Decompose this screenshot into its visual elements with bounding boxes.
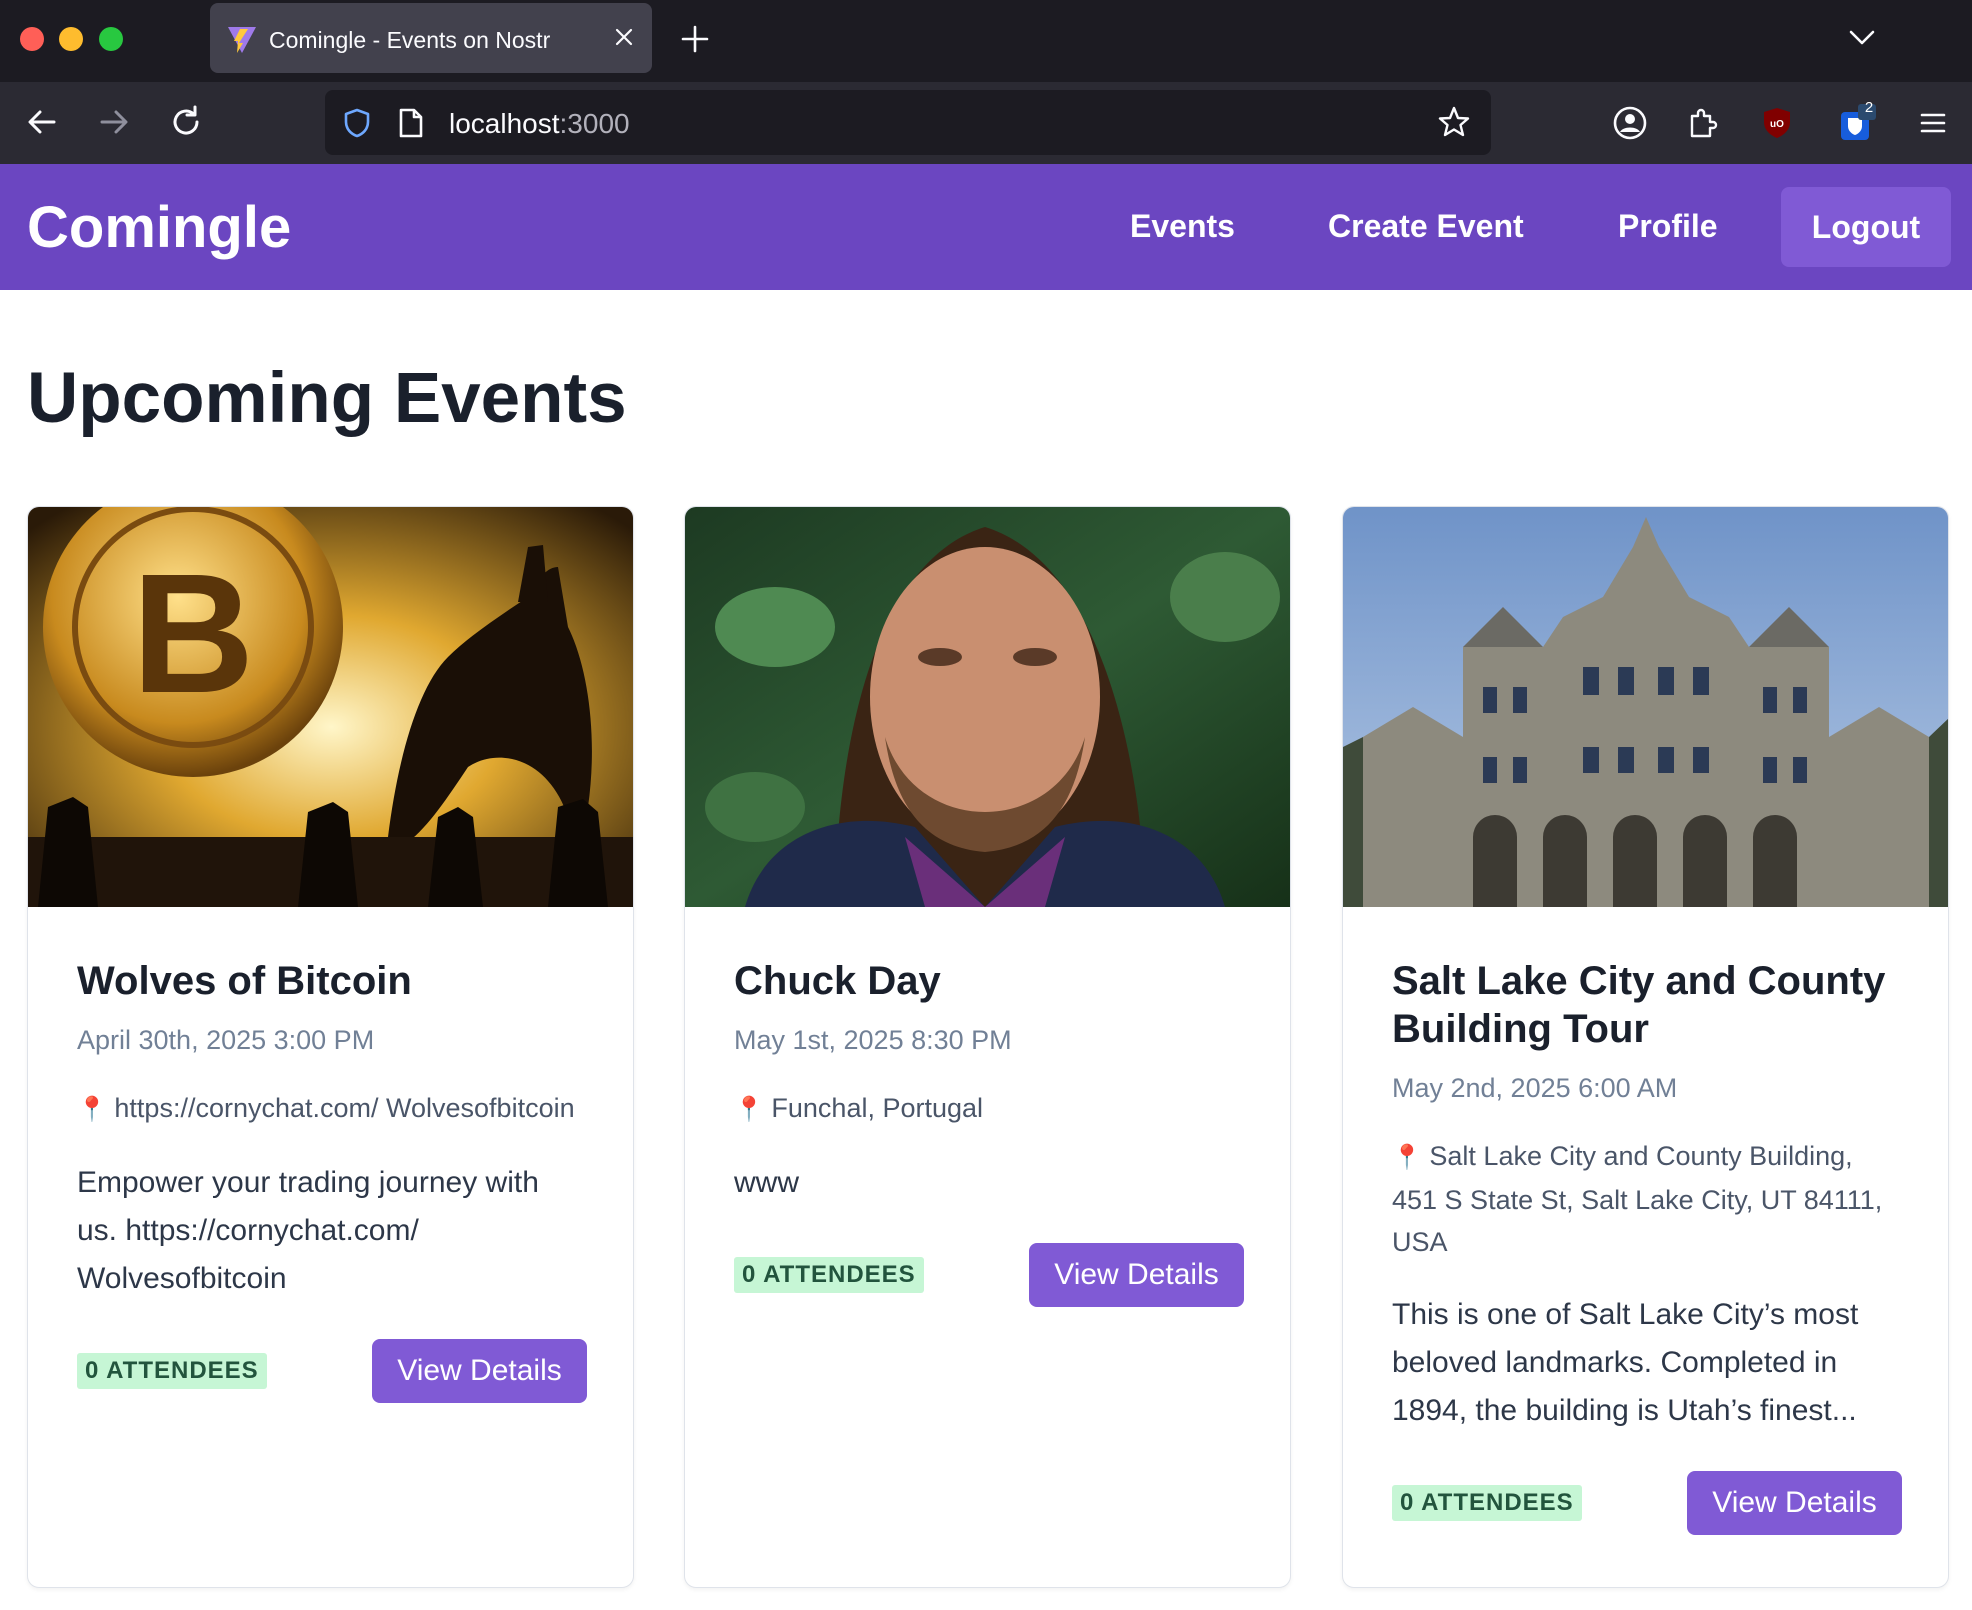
forward-arrow-icon[interactable] bbox=[96, 104, 132, 140]
event-description: This is one of Salt Lake City’s most bel… bbox=[1392, 1298, 1859, 1427]
view-details-button[interactable]: View Details bbox=[1029, 1243, 1244, 1307]
account-icon[interactable] bbox=[1611, 104, 1649, 142]
svg-text:uO: uO bbox=[1770, 119, 1784, 130]
bookmark-star-icon[interactable] bbox=[1437, 105, 1471, 139]
event-card-body: Wolves of Bitcoin April 30th, 2025 3:00 … bbox=[77, 957, 587, 1403]
extensions-puzzle-icon[interactable] bbox=[1684, 104, 1722, 142]
app-header: Comingle Events Create Event Profile Log… bbox=[0, 164, 1972, 290]
tracking-protection-shield-icon[interactable] bbox=[341, 107, 373, 139]
nav-link-create-event[interactable]: Create Event bbox=[1328, 208, 1524, 245]
event-image-bitcoin-knight[interactable]: B bbox=[28, 507, 634, 907]
ublock-origin-icon[interactable]: uO bbox=[1758, 104, 1796, 142]
location-pin-icon: 📍 bbox=[77, 1096, 107, 1123]
event-location: 📍 Funchal, Portugal bbox=[734, 1087, 1244, 1131]
event-image-city-county-building[interactable] bbox=[1343, 507, 1949, 907]
svg-text:B: B bbox=[132, 539, 255, 729]
event-image-chuck-portrait[interactable] bbox=[685, 507, 1291, 907]
page-info-icon[interactable] bbox=[397, 107, 425, 139]
url-port: :3000 bbox=[559, 108, 630, 139]
event-location: 📍 Salt Lake City and County Building, 45… bbox=[1392, 1135, 1902, 1263]
event-date: May 1st, 2025 8:30 PM bbox=[734, 1025, 1012, 1055]
attendees-badge: 0 ATTENDEES bbox=[77, 1353, 267, 1389]
event-description: www bbox=[734, 1166, 799, 1199]
view-details-button[interactable]: View Details bbox=[372, 1339, 587, 1403]
view-details-button[interactable]: View Details bbox=[1687, 1471, 1902, 1535]
event-location-text: Salt Lake City and County Building, 451 … bbox=[1392, 1141, 1883, 1257]
event-date: April 30th, 2025 3:00 PM bbox=[77, 1025, 375, 1055]
event-card: Salt Lake City and County Building Tour … bbox=[1342, 506, 1949, 1588]
event-location: 📍 https://cornychat.com/ Wolvesofbitcoin bbox=[77, 1087, 587, 1131]
tab-title: Comingle - Events on Nostr bbox=[269, 27, 551, 53]
window-maximize-button[interactable] bbox=[99, 27, 123, 51]
new-tab-plus-icon[interactable] bbox=[680, 24, 710, 54]
browser-tab-bar: Comingle - Events on Nostr bbox=[0, 0, 1972, 82]
hamburger-menu-icon[interactable] bbox=[1914, 104, 1952, 142]
event-location-text: Funchal, Portugal bbox=[771, 1093, 984, 1123]
browser-toolbar: localhost:3000 uO 2 bbox=[0, 82, 1972, 164]
extension-badge-count: 2 bbox=[1864, 99, 1874, 116]
close-tab-icon[interactable] bbox=[612, 25, 636, 49]
nav-link-profile[interactable]: Profile bbox=[1618, 208, 1718, 245]
attendees-badge: 0 ATTENDEES bbox=[1392, 1485, 1582, 1521]
url-bar[interactable]: localhost:3000 bbox=[325, 90, 1491, 155]
url-host: localhost bbox=[449, 108, 560, 139]
url-text[interactable]: localhost:3000 bbox=[449, 108, 630, 140]
logout-button[interactable]: Logout bbox=[1781, 187, 1951, 267]
browser-tab-active[interactable]: Comingle - Events on Nostr bbox=[210, 3, 652, 73]
brand-logo-text[interactable]: Comingle bbox=[27, 194, 291, 261]
event-description: Empower your trading journey with us. ht… bbox=[77, 1166, 539, 1295]
back-arrow-icon[interactable] bbox=[24, 104, 60, 140]
vite-favicon-icon bbox=[228, 27, 256, 53]
event-card-footer: 0 ATTENDEES View Details bbox=[1392, 1471, 1902, 1535]
event-title[interactable]: Wolves of Bitcoin bbox=[77, 957, 587, 1005]
event-card: B Wolves of Bitcoin April 30th, 2025 3:0… bbox=[27, 506, 634, 1588]
location-pin-icon: 📍 bbox=[734, 1096, 764, 1123]
event-card-footer: 0 ATTENDEES View Details bbox=[734, 1243, 1244, 1307]
page-title: Upcoming Events bbox=[27, 359, 627, 438]
window-minimize-button[interactable] bbox=[59, 27, 83, 51]
event-title[interactable]: Salt Lake City and County Building Tour bbox=[1392, 957, 1902, 1053]
tab-list-chevron-down-icon[interactable] bbox=[1848, 25, 1876, 49]
event-location-text: https://cornychat.com/ Wolvesofbitcoin bbox=[114, 1093, 575, 1123]
event-title[interactable]: Chuck Day bbox=[734, 957, 1244, 1005]
attendees-badge: 0 ATTENDEES bbox=[734, 1257, 924, 1293]
event-card-body: Salt Lake City and County Building Tour … bbox=[1392, 957, 1902, 1535]
window-close-button[interactable] bbox=[20, 27, 44, 51]
event-date: May 2nd, 2025 6:00 AM bbox=[1392, 1073, 1678, 1103]
nav-link-events[interactable]: Events bbox=[1130, 208, 1235, 245]
reload-icon[interactable] bbox=[168, 104, 204, 140]
event-card-body: Chuck Day May 1st, 2025 8:30 PM 📍 Funcha… bbox=[734, 957, 1244, 1307]
event-card: Chuck Day May 1st, 2025 8:30 PM 📍 Funcha… bbox=[684, 506, 1291, 1588]
event-card-footer: 0 ATTENDEES View Details bbox=[77, 1339, 587, 1403]
location-pin-icon: 📍 bbox=[1392, 1144, 1422, 1171]
